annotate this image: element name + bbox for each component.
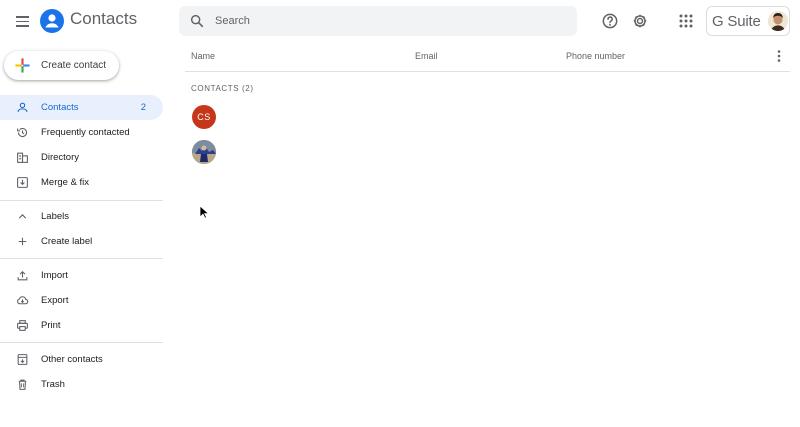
table-row[interactable] bbox=[185, 136, 790, 168]
top-app-bar: Contacts G Suite bbox=[0, 0, 800, 42]
create-contact-button[interactable]: Create contact bbox=[4, 51, 119, 80]
history-icon bbox=[17, 127, 28, 138]
contacts-list: Name Email Phone number CONTACTS (2) CS bbox=[185, 42, 790, 427]
contacts-section-label: CONTACTS (2) bbox=[191, 84, 254, 93]
account-switcher[interactable]: G Suite bbox=[706, 6, 790, 36]
sidebar-item-frequently-contacted[interactable]: Frequently contacted bbox=[0, 120, 163, 145]
hamburger-menu-icon[interactable] bbox=[12, 11, 32, 31]
labels-heading: Labels bbox=[41, 211, 69, 222]
building-icon bbox=[17, 152, 28, 163]
column-header-email[interactable]: Email bbox=[415, 51, 438, 61]
column-header-phone[interactable]: Phone number bbox=[566, 51, 625, 61]
cloud-download-icon bbox=[17, 296, 29, 305]
sidebar-item-label: Directory bbox=[41, 152, 80, 163]
search-bar[interactable] bbox=[179, 6, 577, 36]
sidebar-item-create-label[interactable]: Create label bbox=[0, 229, 163, 254]
more-vert-icon[interactable] bbox=[774, 49, 784, 63]
sidebar-item-merge-fix[interactable]: Merge & fix bbox=[0, 170, 163, 195]
sidebar-divider bbox=[0, 200, 163, 201]
plus-icon bbox=[15, 58, 30, 73]
mouse-cursor-icon bbox=[199, 205, 209, 219]
contacts-logo-icon[interactable] bbox=[40, 9, 64, 33]
contact-photo-avatar[interactable] bbox=[192, 140, 216, 164]
user-avatar[interactable] bbox=[768, 11, 788, 31]
sidebar-divider bbox=[0, 342, 163, 343]
app-title[interactable]: Contacts bbox=[70, 9, 137, 29]
search-icon[interactable] bbox=[189, 13, 205, 29]
sidebar-item-other-contacts[interactable]: Other contacts bbox=[0, 347, 163, 372]
sidebar-item-label: Print bbox=[41, 320, 61, 331]
sidebar-item-import[interactable]: Import bbox=[0, 263, 163, 288]
plus-icon bbox=[18, 237, 27, 246]
sidebar-item-label: Other contacts bbox=[41, 354, 103, 365]
person-icon bbox=[17, 102, 28, 112]
contact-avatar[interactable]: CS bbox=[192, 105, 216, 129]
sidebar-item-directory[interactable]: Directory bbox=[0, 145, 163, 170]
apps-grid-icon[interactable] bbox=[676, 11, 696, 31]
create-contact-label: Create contact bbox=[41, 60, 107, 71]
gsuite-label: G Suite bbox=[712, 13, 761, 30]
table-row[interactable]: CS bbox=[185, 101, 790, 133]
upload-icon bbox=[17, 270, 28, 281]
sidebar-item-print[interactable]: Print bbox=[0, 313, 163, 338]
settings-gear-icon[interactable] bbox=[630, 11, 650, 31]
sidebar-divider bbox=[0, 258, 163, 259]
sidebar-item-trash[interactable]: Trash bbox=[0, 372, 163, 397]
sidebar-item-label: Frequently contacted bbox=[41, 127, 130, 138]
sidebar-item-label: Export bbox=[41, 295, 69, 306]
sidebar-item-label: Create label bbox=[41, 236, 93, 247]
archive-icon bbox=[17, 354, 28, 365]
sidebar-labels-toggle[interactable]: Labels bbox=[0, 204, 163, 229]
sidebar-item-contacts[interactable]: Contacts 2 bbox=[0, 95, 163, 120]
trash-icon bbox=[18, 379, 27, 390]
header-divider bbox=[185, 71, 790, 72]
merge-icon bbox=[17, 177, 28, 188]
sidebar-item-export[interactable]: Export bbox=[0, 288, 163, 313]
sidebar: Create contact Contacts 2 Frequently con… bbox=[0, 42, 163, 427]
printer-icon bbox=[17, 320, 28, 331]
contacts-count: 2 bbox=[140, 102, 146, 113]
sidebar-item-label: Contacts bbox=[41, 102, 79, 113]
chevron-up-icon bbox=[18, 214, 27, 219]
sidebar-item-label: Trash bbox=[41, 379, 65, 390]
column-header-name[interactable]: Name bbox=[191, 51, 215, 61]
help-icon[interactable] bbox=[600, 11, 620, 31]
sidebar-item-label: Merge & fix bbox=[41, 177, 90, 188]
search-input[interactable] bbox=[215, 6, 565, 36]
sidebar-item-label: Import bbox=[41, 270, 68, 281]
